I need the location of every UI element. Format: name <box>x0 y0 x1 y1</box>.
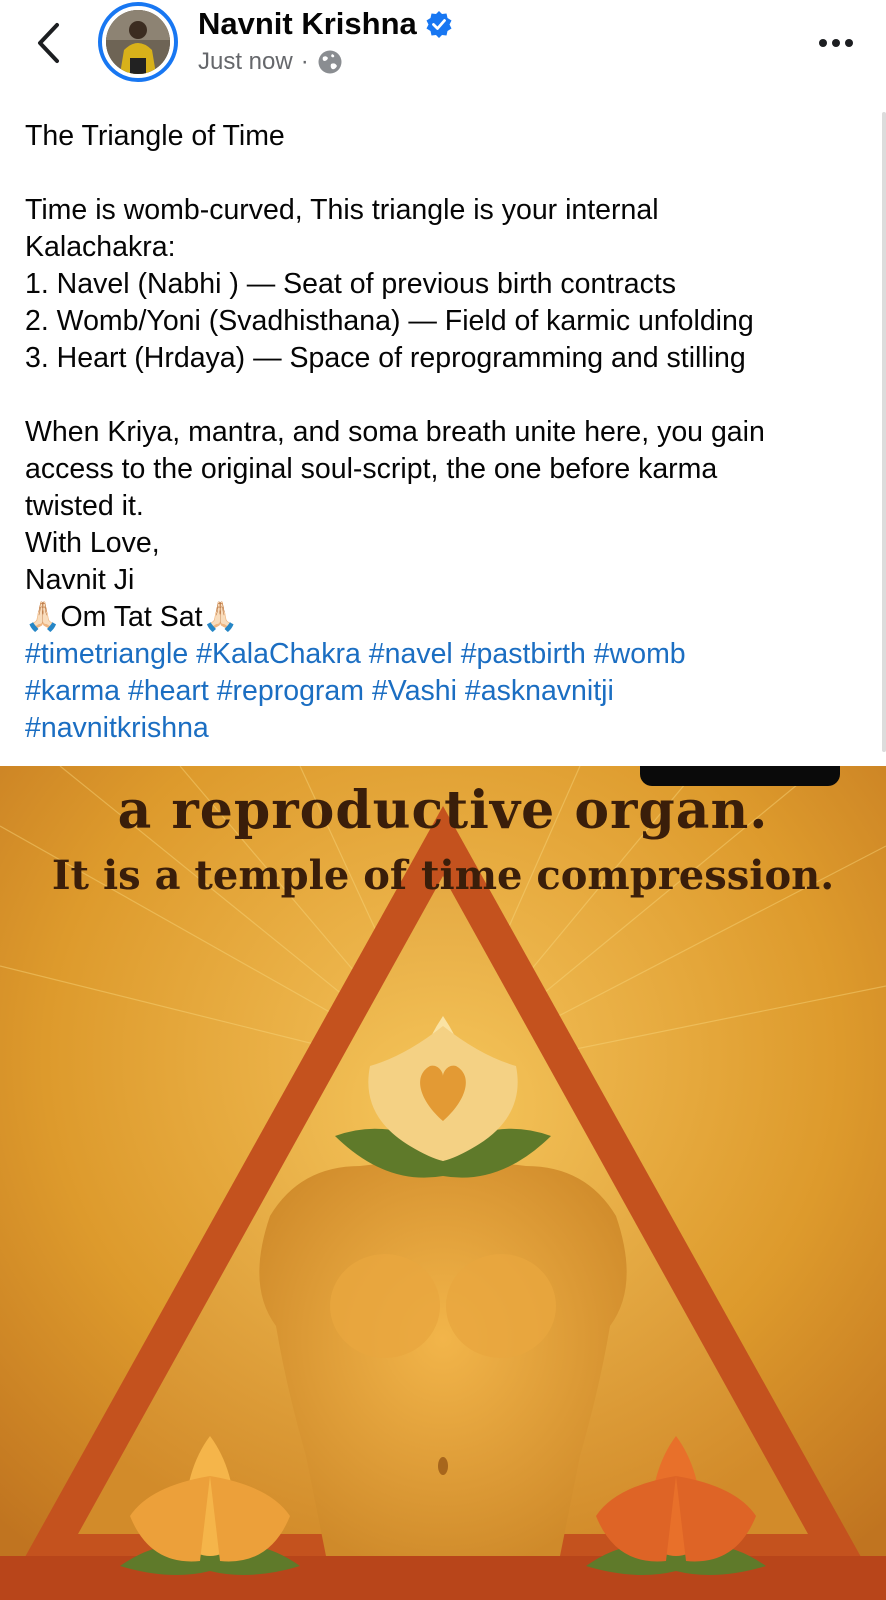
post-line: Kalachakra: <box>25 231 176 263</box>
post-header: Navnit Krishna Just now · <box>0 0 886 100</box>
post-image[interactable]: a reproductive organ. It is a temple of … <box>0 766 886 1600</box>
more-horizontal-icon <box>832 39 840 47</box>
hashtags-line: #karma #heart #reprogram #Vashi #asknavn… <box>25 673 865 710</box>
scrollbar[interactable] <box>882 112 886 752</box>
hashtag-link[interactable]: #Vashi <box>372 675 457 707</box>
author-name-row[interactable]: Navnit Krishna <box>198 6 453 42</box>
meta-separator: · <box>300 48 309 75</box>
hashtags-line: #navnitkrishna <box>25 710 865 747</box>
post-line: twisted it. <box>25 490 144 522</box>
globe-icon[interactable] <box>317 49 343 75</box>
avatar-ring[interactable] <box>98 2 178 82</box>
post-line: 1. Navel (Nabhi ) — Seat of previous bir… <box>25 268 677 300</box>
hashtags-line: #timetriangle #KalaChakra #navel #pastbi… <box>25 636 865 673</box>
hashtag-link[interactable]: #KalaChakra <box>196 638 361 670</box>
hashtag-link[interactable]: #pastbirth <box>461 638 586 670</box>
post-line: When Kriya, mantra, and soma breath unit… <box>25 416 765 448</box>
hashtag-link[interactable]: #asknavnitji <box>465 675 614 707</box>
post-line: Navnit Ji <box>25 564 135 596</box>
post-line: Time is womb-curved, This triangle is yo… <box>25 194 659 226</box>
hashtag-link[interactable]: #timetriangle <box>25 638 188 670</box>
post-line: 2. Womb/Yoni (Svadhisthana) — Field of k… <box>25 305 754 337</box>
post-line: access to the original soul-script, the … <box>25 453 718 485</box>
avatar <box>106 10 170 74</box>
author-name[interactable]: Navnit Krishna <box>198 6 417 42</box>
more-horizontal-icon <box>845 39 853 47</box>
hashtag-link[interactable]: #reprogram <box>217 675 364 707</box>
verified-badge-icon <box>426 11 452 38</box>
image-caption-line1: a reproductive organ. <box>117 780 769 841</box>
hashtag-link[interactable]: #womb <box>594 638 686 670</box>
post-meta: Just now · <box>198 48 343 76</box>
post-line: With Love, <box>25 527 160 559</box>
back-button[interactable] <box>30 18 66 68</box>
post-title: The Triangle of Time <box>25 120 285 152</box>
post-line: 🙏🏻Om Tat Sat🙏🏻 <box>25 601 238 633</box>
more-horizontal-icon <box>819 39 827 47</box>
post-time[interactable]: Just now <box>198 48 293 76</box>
chevron-left-icon <box>38 23 59 63</box>
hashtag-link[interactable]: #navel <box>369 638 453 670</box>
hashtag-link[interactable]: #navnitkrishna <box>25 712 209 744</box>
more-options-button[interactable] <box>812 28 860 58</box>
image-caption-line2: It is a temple of time compression. <box>51 852 835 899</box>
hashtag-link[interactable]: #heart <box>128 675 209 707</box>
hashtag-link[interactable]: #karma <box>25 675 120 707</box>
post-line: 3. Heart (Hrdaya) — Space of reprogrammi… <box>25 342 746 374</box>
post-text: The Triangle of Time Time is womb-curved… <box>25 118 865 747</box>
